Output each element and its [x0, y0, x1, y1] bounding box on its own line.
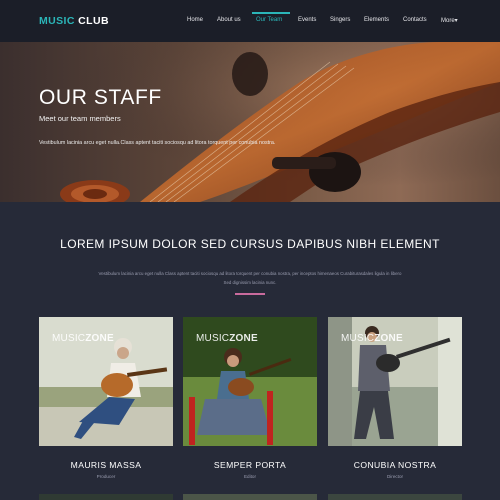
team-card-partial[interactable] — [328, 494, 462, 500]
nav-our-team[interactable]: Our Team — [256, 17, 282, 23]
team-member-role: Director — [386, 474, 404, 479]
nav-contacts[interactable]: Contacts — [403, 17, 427, 23]
nav-elements[interactable]: Elements — [364, 17, 389, 23]
team-card-photo[interactable]: MUSICZONE — [328, 317, 462, 446]
badge-light-text: MUSIC — [52, 333, 86, 344]
nav-about-us[interactable]: About us — [217, 17, 241, 23]
team-card-partial[interactable] — [183, 494, 317, 500]
badge-bold-text: ZONE — [374, 333, 403, 344]
badge-light-text: MUSIC — [196, 333, 230, 344]
card-brand-badge: MUSICZONE — [52, 333, 114, 344]
team-member-role: Editor — [243, 474, 256, 479]
section-description: Vestibulum lacinia arcu eget nulla Class… — [98, 271, 402, 285]
team-card-photo[interactable]: MUSICZONE — [183, 317, 317, 446]
nav-more-dropdown[interactable]: More▾ — [441, 17, 458, 24]
nav-events[interactable]: Events — [298, 17, 316, 23]
section-divider — [235, 293, 265, 295]
nav-singers[interactable]: Singers — [330, 17, 350, 23]
team-member-role: Producer — [96, 474, 116, 479]
site-header: MUSIC CLUB Home About us Our Team Events… — [0, 0, 500, 42]
page-title: OUR STAFF — [39, 86, 162, 109]
site-logo[interactable]: MUSIC CLUB — [39, 15, 109, 27]
section-title: LOREM IPSUM DOLOR SED CURSUS DAPIBUS NIB… — [60, 237, 440, 251]
logo-accent-text: MUSIC — [39, 15, 75, 27]
logo-rest-text: CLUB — [78, 15, 109, 27]
badge-bold-text: ZONE — [229, 333, 258, 344]
card-brand-badge: MUSICZONE — [341, 333, 403, 344]
team-member-name[interactable]: SEMPER PORTA — [183, 460, 317, 470]
nav-active-indicator — [252, 12, 290, 14]
nav-home[interactable]: Home — [187, 17, 203, 23]
page-subtitle: Meet our team members — [39, 114, 121, 123]
team-card-partial[interactable] — [39, 494, 173, 500]
team-member-name[interactable]: MAURIS MASSA — [39, 460, 173, 470]
hero-description: Vestibulum lacinia arcu eget nulla.Class… — [39, 140, 276, 146]
team-card-photo[interactable]: MUSICZONE — [39, 317, 173, 446]
card-brand-badge: MUSICZONE — [196, 333, 258, 344]
badge-bold-text: ZONE — [85, 333, 114, 344]
hero-banner: OUR STAFF Meet our team members Vestibul… — [0, 42, 500, 202]
badge-light-text: MUSIC — [341, 333, 375, 344]
team-member-name[interactable]: CONUBIA NOSTRA — [328, 460, 462, 470]
